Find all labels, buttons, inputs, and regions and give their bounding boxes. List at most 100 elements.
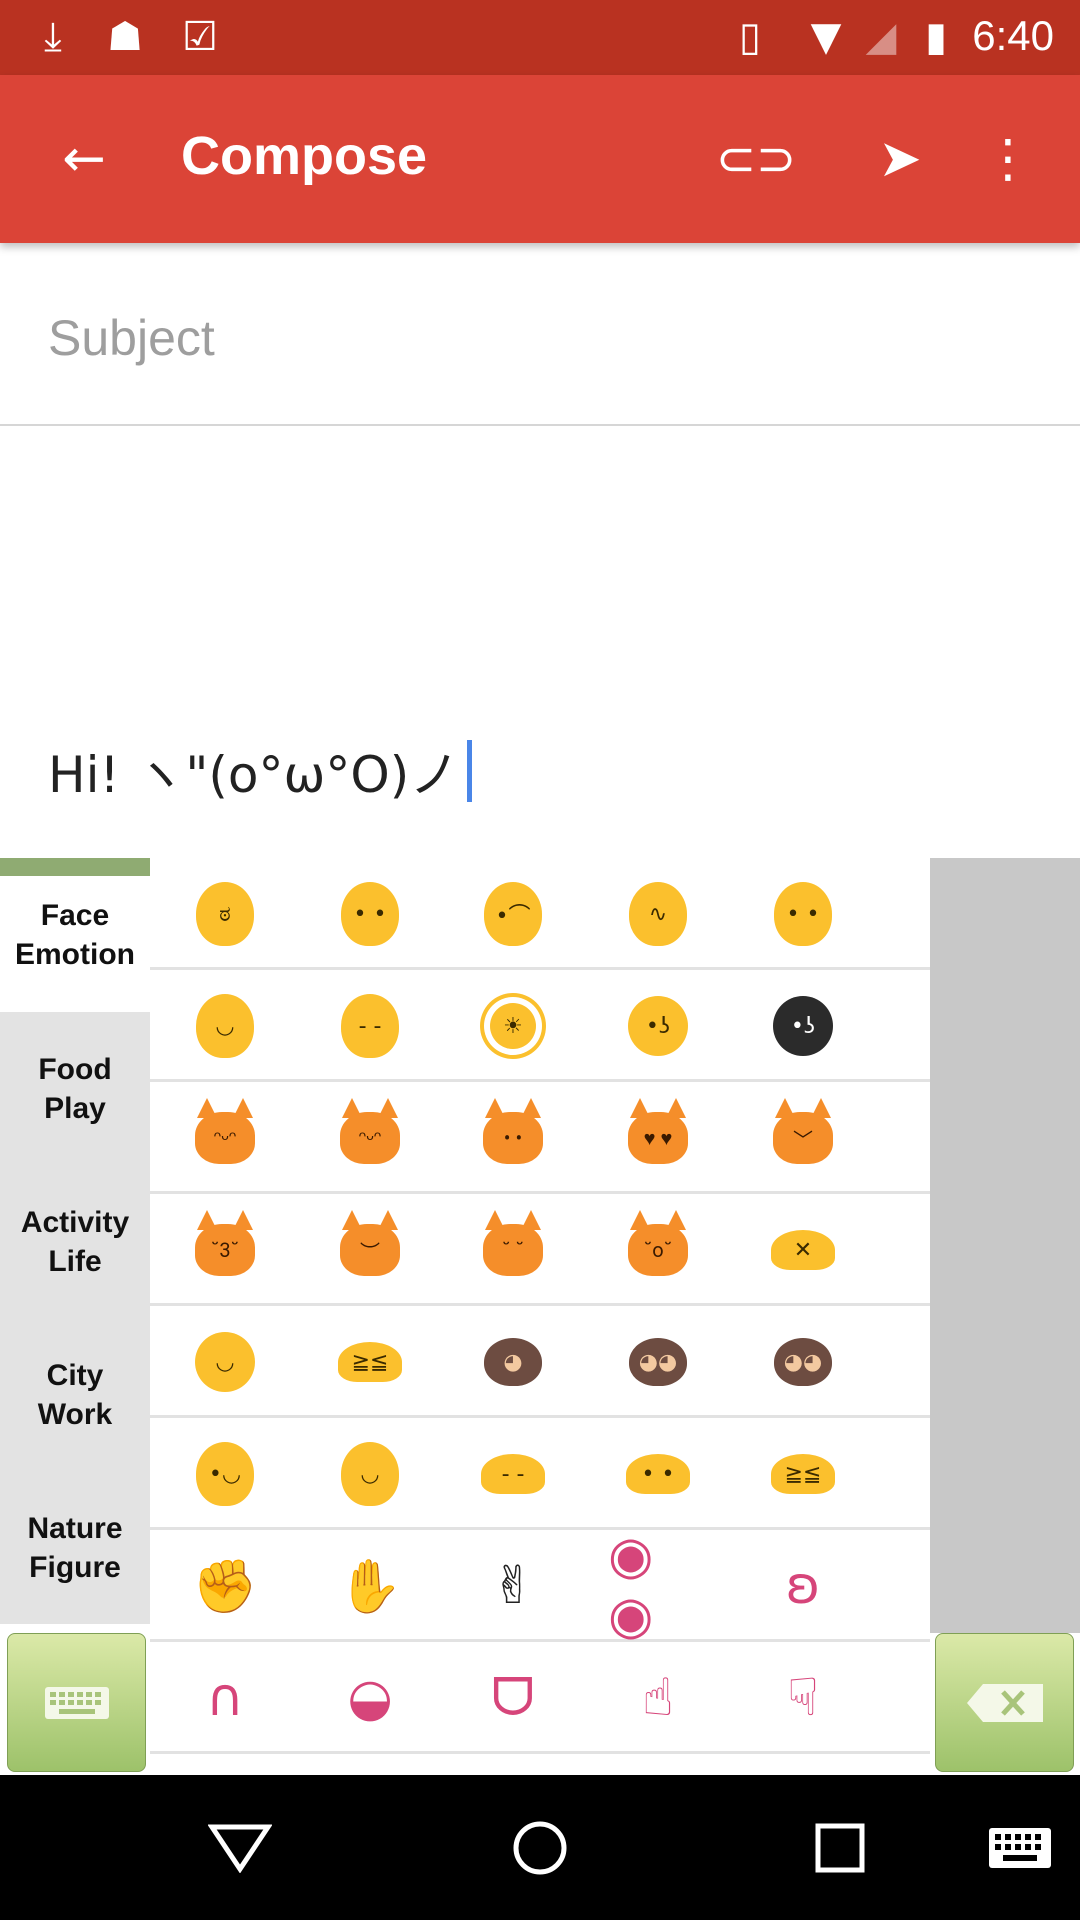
pointing-up-hand-icon: ☝ bbox=[642, 1668, 674, 1728]
emoji-key-person-bowing[interactable]: ≧≦ bbox=[320, 1306, 420, 1418]
hear-no-evil-monkey-icon: ◕◕ bbox=[629, 1338, 687, 1386]
pointing-down-hand-icon: ☟ bbox=[787, 1668, 819, 1728]
more-vert-icon[interactable]: ⋮ bbox=[968, 119, 1048, 199]
cell-signal-icon: ◢ bbox=[865, 14, 897, 60]
emoji-row: ◡ - - ☀ •ʖ •ʖ bbox=[150, 970, 930, 1082]
eyes-icon: ◉ ◉ bbox=[608, 1526, 654, 1646]
no-mouth-face-icon: • • bbox=[774, 882, 832, 946]
emoji-key-neutral-face[interactable]: • • bbox=[320, 858, 420, 970]
person-pouting-icon: • • bbox=[626, 1454, 690, 1494]
send-icon[interactable]: ➤ bbox=[860, 119, 940, 199]
emoji-key-raising-both-hands[interactable]: ◡ bbox=[320, 1418, 420, 1530]
emoji-key-new-moon-face[interactable]: •ʖ bbox=[753, 970, 853, 1082]
cat-tears-of-joy-icon: ᵔᵕᵔ bbox=[340, 1098, 400, 1164]
android-debug-icon: ☗ bbox=[107, 14, 143, 60]
emoji-key-raising-hand[interactable]: •◡ bbox=[175, 1418, 275, 1530]
back-arrow-icon[interactable]: ← bbox=[44, 119, 124, 199]
backspace-button[interactable] bbox=[935, 1633, 1074, 1772]
recents-square-icon[interactable] bbox=[790, 1805, 890, 1890]
home-circle-icon[interactable] bbox=[490, 1805, 590, 1890]
emoji-row: ˘3˘ ︶ ˘ ˘ ˘o˘ ✕ bbox=[150, 1194, 930, 1306]
emoji-key-ear[interactable]: ʚ bbox=[753, 1530, 853, 1642]
app-bar: ← Compose ⊂⊃ ➤ ⋮ bbox=[0, 75, 1080, 243]
emoji-key-heart-eyes-cat[interactable]: ♥ ♥ bbox=[608, 1082, 708, 1194]
emoji-key-weary-cat[interactable]: ˘o˘ bbox=[608, 1194, 708, 1306]
emoji-row: •◡ ◡ - - • • ≧≦ bbox=[150, 1418, 930, 1530]
battery-charging-icon: ▮ bbox=[924, 14, 947, 60]
emoji-key-fist[interactable]: ✊ bbox=[175, 1530, 275, 1642]
status-bar: ⤓ ☗ ☑ ▯ ▼ ◢ ▮ 6:40 bbox=[0, 0, 1080, 75]
emoji-key-person-pouting[interactable]: • • bbox=[608, 1418, 708, 1530]
category-tab-city[interactable]: City Work bbox=[0, 1318, 150, 1471]
emoji-key-grinning-cat[interactable]: ᵔᵕᵔ bbox=[175, 1082, 275, 1194]
raising-both-hands-icon: ◡ bbox=[341, 1442, 399, 1506]
category-label: City Work bbox=[37, 1358, 113, 1431]
emoji-key-nose[interactable]: ∩ bbox=[175, 1642, 275, 1754]
person-bowing-icon: ≧≦ bbox=[338, 1342, 402, 1382]
tongue-icon: ᗜ bbox=[491, 1667, 535, 1728]
emoji-key-speak-no-evil-monkey[interactable]: ◕◕ bbox=[753, 1306, 853, 1418]
emoji-key-no-good-gesture[interactable]: ✕ bbox=[753, 1194, 853, 1306]
text-cursor bbox=[467, 740, 473, 802]
emoji-key-smirk-cat[interactable]: ﹀ bbox=[753, 1082, 853, 1194]
emoji-key-eyes[interactable]: ◉ ◉ bbox=[608, 1526, 708, 1646]
emoji-key-full-moon-face[interactable]: •ʖ bbox=[608, 970, 708, 1082]
subject-field[interactable]: Subject bbox=[0, 243, 1080, 426]
emoji-key-cat-tears-of-joy[interactable]: ᵔᵕᵔ bbox=[320, 1082, 420, 1194]
weary-cat-icon: ˘o˘ bbox=[628, 1210, 688, 1276]
emoji-key-expressionless-face[interactable]: - - bbox=[320, 970, 420, 1082]
emoji-key-pouting-cat[interactable]: ︶ bbox=[320, 1194, 420, 1306]
clipboard-check-icon: ☑ bbox=[182, 14, 218, 60]
category-tab-face[interactable]: Face Emotion bbox=[0, 858, 150, 1011]
emoji-key-pointing-up-hand[interactable]: ☝ bbox=[608, 1642, 708, 1754]
navigation-bar bbox=[0, 1775, 1080, 1920]
emoji-row: ∩ ◒ ᗜ ☝ ☟ bbox=[150, 1642, 930, 1754]
emoji-key-raised-hand[interactable]: ✋ bbox=[320, 1530, 420, 1642]
emoji-key-pointing-down-hand[interactable]: ☟ bbox=[753, 1642, 853, 1754]
emoji-key-smiling-face-with-halo[interactable]: ◡ bbox=[175, 970, 275, 1082]
emoji-key-hear-no-evil-monkey[interactable]: ◕◕ bbox=[608, 1306, 708, 1418]
emoji-key-angry-grimace-face[interactable]: ಠ bbox=[175, 858, 275, 970]
confused-face-icon: •⌒ bbox=[484, 882, 542, 946]
emoji-key-smiling-cat[interactable]: • • bbox=[463, 1082, 563, 1194]
category-tab-activity[interactable]: Activity Life bbox=[0, 1165, 150, 1318]
emoji-key-see-no-evil-monkey[interactable]: ◕ bbox=[463, 1306, 563, 1418]
fist-icon: ✊ bbox=[192, 1556, 258, 1617]
backspace-icon bbox=[966, 1683, 1043, 1722]
emoji-key-ok-gesture[interactable]: ◡ bbox=[175, 1306, 275, 1418]
attach-icon[interactable]: ⊂⊃ bbox=[716, 119, 796, 199]
emoji-key-person-with-folded-hands[interactable]: ≧≦ bbox=[753, 1418, 853, 1530]
emoji-key-no-mouth-face[interactable]: • • bbox=[753, 858, 853, 970]
emoji-key-sun-with-face[interactable]: ☀ bbox=[463, 970, 563, 1082]
person-with-folded-hands-icon: ≧≦ bbox=[771, 1454, 835, 1494]
emoji-key-crying-cat[interactable]: ˘ ˘ bbox=[463, 1194, 563, 1306]
emoji-key-zipper-mouth-face[interactable]: ∿ bbox=[608, 858, 708, 970]
keyboard-switch-icon[interactable] bbox=[970, 1805, 1070, 1890]
emoji-key-person-frowning[interactable]: - - bbox=[463, 1418, 563, 1530]
keyboard-side-panel bbox=[930, 858, 1080, 1633]
nose-icon: ∩ bbox=[205, 1668, 245, 1728]
neutral-face-icon: • • bbox=[341, 882, 399, 946]
back-triangle-icon[interactable] bbox=[190, 1805, 290, 1890]
raised-hand-icon: ✋ bbox=[337, 1556, 403, 1617]
emoji-key-mouth[interactable]: ◒ bbox=[320, 1642, 420, 1754]
kissing-cat-icon: ˘3˘ bbox=[195, 1210, 255, 1276]
category-tab-food[interactable]: Food Play bbox=[0, 1012, 150, 1165]
wifi-icon: ▼ bbox=[810, 14, 842, 60]
new-moon-face-icon: •ʖ bbox=[773, 996, 833, 1056]
emoji-key-kissing-cat[interactable]: ˘3˘ bbox=[175, 1194, 275, 1306]
mouth-icon: ◒ bbox=[347, 1668, 393, 1728]
emoji-key-confused-face[interactable]: •⌒ bbox=[463, 858, 563, 970]
emoji-key-victory-hand[interactable]: ✌ bbox=[463, 1530, 563, 1642]
subject-placeholder: Subject bbox=[48, 310, 215, 366]
category-label: Face Emotion bbox=[15, 898, 135, 971]
emoji-key-tongue[interactable]: ᗜ bbox=[463, 1642, 563, 1754]
emoji-grid[interactable]: ಠ • • •⌒ ∿ • • ◡ - - ☀ •ʖ •ʖ ᵔᵕᵔ ᵔᵕᵔ • • ♥ ♥ ﹀ ˘3˘ ︶ ˘ ˘ ˘… bbox=[150, 858, 930, 1775]
emoji-row: ✊ ✋ ✌ ◉ ◉ ʚ bbox=[150, 1526, 930, 1646]
category-tab-nature[interactable]: Nature Figure bbox=[0, 1471, 150, 1624]
vibrate-icon: ▯ bbox=[738, 14, 761, 60]
keyboard-button[interactable] bbox=[7, 1633, 146, 1772]
pouting-cat-icon: ︶ bbox=[340, 1210, 400, 1276]
message-body-field[interactable]: Hi! ヽ"(o°ω°O)ノ bbox=[48, 735, 473, 807]
no-good-gesture-icon: ✕ bbox=[771, 1230, 835, 1270]
